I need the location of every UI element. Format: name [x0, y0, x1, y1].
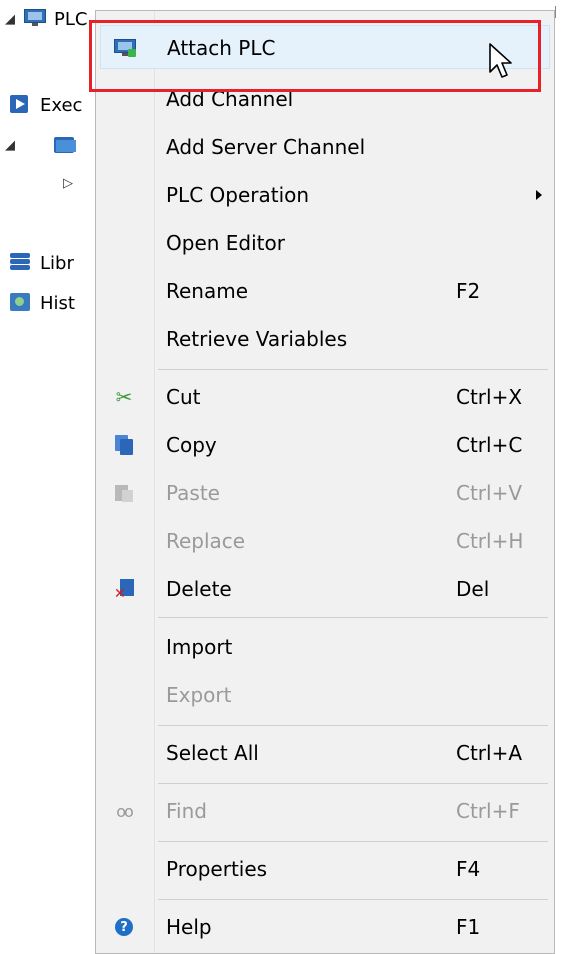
menu-item-shortcut: Ctrl+A — [456, 741, 523, 765]
menu-item-shortcut: Ctrl+X — [456, 385, 523, 409]
menu-item-label: Cut — [166, 385, 201, 409]
paste-icon — [112, 481, 136, 505]
tree-item-label: Libr — [40, 252, 74, 274]
collapse-arrow[interactable]: ▷ — [58, 176, 78, 191]
tree-item-collapsed[interactable]: ▷ — [58, 168, 78, 198]
menu-separator — [158, 369, 548, 370]
execution-icon — [10, 95, 34, 115]
menu-item-open-editor[interactable]: Open Editor — [96, 221, 554, 265]
menu-item-label: PLC Operation — [166, 183, 310, 207]
menu-item-help[interactable]: ? Help F1 — [96, 905, 554, 949]
menu-item-label: Add Server Channel — [166, 135, 366, 159]
folder-icon — [54, 135, 78, 155]
menu-item-import[interactable]: Import — [96, 625, 554, 669]
menu-item-shortcut: Del — [456, 577, 490, 601]
menu-item-label: Open Editor — [166, 231, 285, 255]
menu-item-delete[interactable]: ✕ Delete Del — [96, 567, 554, 611]
menu-item-label: Find — [166, 799, 207, 823]
menu-item-shortcut: Ctrl+H — [456, 529, 524, 553]
menu-separator — [158, 725, 548, 726]
menu-item-label: Select All — [166, 741, 259, 765]
menu-separator — [158, 841, 548, 842]
menu-item-add-server-channel[interactable]: Add Server Channel — [96, 125, 554, 169]
menu-item-attach-plc[interactable]: Attach PLC — [100, 25, 550, 69]
menu-item-select-all[interactable]: Select All Ctrl+A — [96, 731, 554, 775]
menu-item-label: Import — [166, 635, 233, 659]
submenu-arrow-icon — [536, 190, 542, 200]
menu-item-shortcut: F2 — [456, 279, 481, 303]
menu-item-properties[interactable]: Properties F4 — [96, 847, 554, 891]
menu-item-shortcut: Ctrl+F — [456, 799, 520, 823]
delete-icon: ✕ — [112, 577, 136, 601]
library-icon — [10, 253, 34, 273]
help-icon: ? — [112, 915, 136, 939]
menu-item-add-channel[interactable]: Add Channel — [96, 77, 554, 121]
tree-item-label: Exec — [40, 94, 83, 116]
menu-item-cut[interactable]: ✂ Cut Ctrl+X — [96, 375, 554, 419]
menu-item-export[interactable]: Export — [96, 673, 554, 717]
menu-item-label: Replace — [166, 529, 246, 553]
menu-item-retrieve-variables[interactable]: Retrieve Variables — [96, 317, 554, 361]
menu-item-plc-operation[interactable]: PLC Operation — [96, 173, 554, 217]
scissors-icon: ✂ — [115, 385, 133, 409]
tree-item-library[interactable]: Libr — [0, 248, 74, 278]
menu-item-label: Rename — [166, 279, 249, 303]
menu-item-label: Copy — [166, 433, 217, 457]
menu-item-shortcut: Ctrl+V — [456, 481, 523, 505]
binoculars-icon: oo — [116, 801, 134, 821]
tree-item-execution[interactable]: Exec — [0, 90, 82, 120]
menu-item-find[interactable]: oo Find Ctrl+F — [96, 789, 554, 833]
menu-separator — [158, 783, 548, 784]
history-icon — [10, 293, 34, 313]
attach-plc-icon — [113, 36, 137, 60]
menu-item-copy[interactable]: Copy Ctrl+C — [96, 423, 554, 467]
project-tree: ◢ PLC Exec ◢ ▷ Libr Hist — [0, 0, 110, 954]
menu-item-label: Paste — [166, 481, 220, 505]
copy-icon — [112, 433, 136, 457]
menu-item-paste[interactable]: Paste Ctrl+V — [96, 471, 554, 515]
expand-arrow[interactable]: ◢ — [0, 138, 20, 153]
expand-arrow[interactable]: ◢ — [0, 12, 20, 27]
menu-item-label: Retrieve Variables — [166, 327, 348, 351]
menu-item-label: Attach PLC — [167, 36, 276, 60]
menu-item-label: Properties — [166, 857, 268, 881]
menu-item-label: Export — [166, 683, 232, 707]
scrollbar-edge — [555, 6, 556, 18]
menu-item-shortcut: Ctrl+C — [456, 433, 523, 457]
menu-item-rename[interactable]: Rename F2 — [96, 269, 554, 313]
context-menu: Attach PLC Add Channel Add Server Channe… — [95, 10, 555, 954]
monitor-icon — [24, 9, 48, 29]
menu-item-label: Delete — [166, 577, 232, 601]
menu-item-shortcut: F1 — [456, 915, 481, 939]
menu-item-label: Add Channel — [166, 87, 294, 111]
menu-separator — [158, 617, 548, 618]
menu-item-replace[interactable]: Replace Ctrl+H — [96, 519, 554, 563]
menu-item-shortcut: F4 — [456, 857, 481, 881]
tree-item-folder[interactable]: ◢ — [0, 130, 84, 160]
tree-item-plc[interactable]: ◢ PLC — [0, 4, 87, 34]
menu-item-label: Help — [166, 915, 212, 939]
tree-item-label: Hist — [40, 292, 75, 314]
mouse-cursor-icon — [489, 43, 512, 78]
menu-separator — [158, 899, 548, 900]
tree-item-history[interactable]: Hist — [0, 288, 75, 318]
tree-item-label: PLC — [54, 8, 88, 30]
